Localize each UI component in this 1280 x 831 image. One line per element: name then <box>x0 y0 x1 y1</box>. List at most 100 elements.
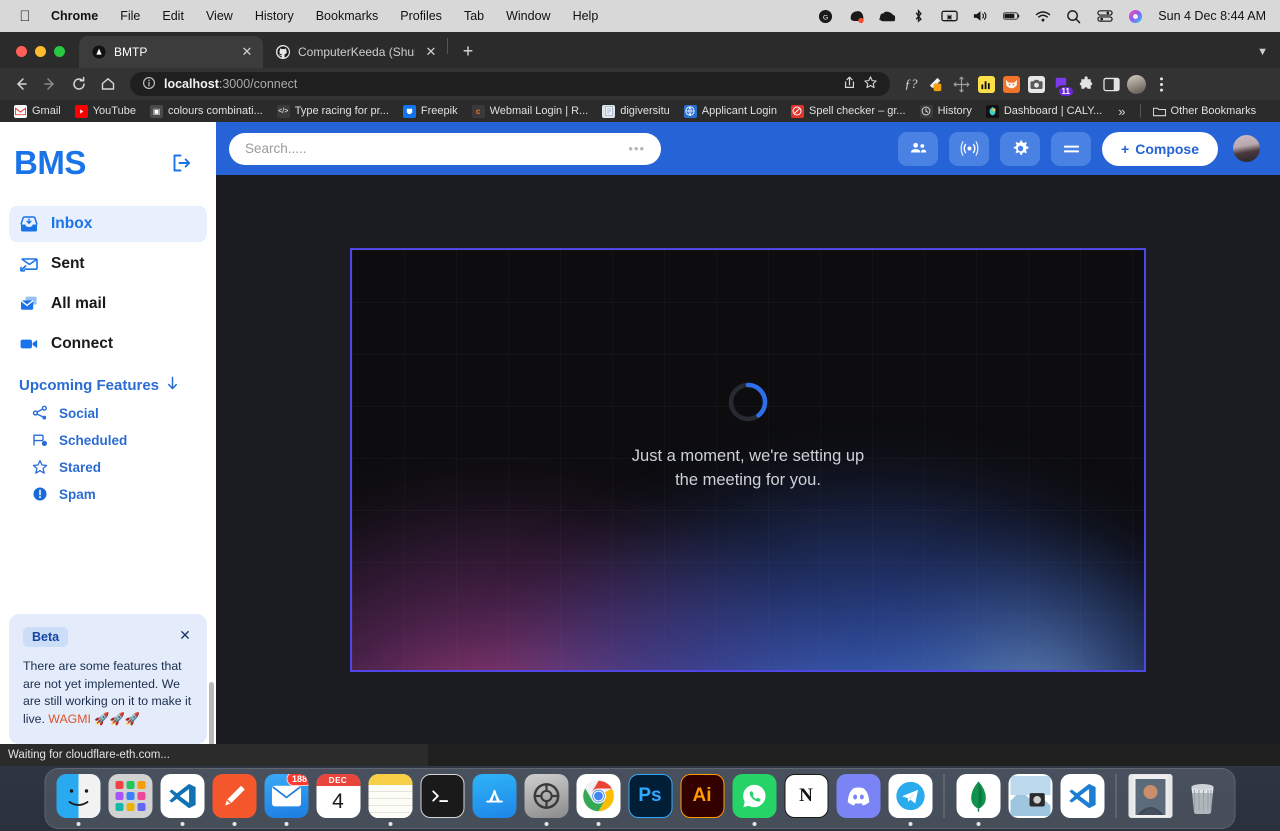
bookmark-history[interactable]: History <box>914 103 978 120</box>
cleanmymac-icon[interactable] <box>848 8 865 25</box>
share-icon[interactable] <box>842 75 857 93</box>
dock-item-photoshop[interactable]: Ps <box>628 774 673 826</box>
avatar[interactable] <box>1233 135 1260 162</box>
menu-view[interactable]: View <box>195 9 244 23</box>
three-dot-menu-icon[interactable] <box>1150 73 1172 95</box>
bookmarks-overflow-button[interactable]: » <box>1110 104 1133 119</box>
tab-computerkeeda[interactable]: ComputerKeeda (Shubham Sh ✕ <box>263 36 447 68</box>
dock-item-terminal[interactable] <box>420 774 465 826</box>
close-window-button[interactable] <box>16 46 27 57</box>
dock-item-notes[interactable] <box>368 774 413 826</box>
side-panel-icon[interactable] <box>1100 73 1122 95</box>
menu-bar-clock[interactable]: Sun 4 Dec 8:44 AM <box>1158 9 1266 23</box>
bookmark-digiversitu[interactable]: digiversitu <box>596 103 676 120</box>
home-icon[interactable] <box>95 71 121 97</box>
menu-help[interactable]: Help <box>562 9 610 23</box>
sidebar-item-social[interactable]: Social <box>32 405 207 421</box>
menu-window[interactable]: Window <box>495 9 561 23</box>
dock-item-vscode[interactable] <box>160 774 205 826</box>
menu-bookmarks[interactable]: Bookmarks <box>305 9 390 23</box>
dock-item-sketch-pen[interactable] <box>212 774 257 826</box>
control-center-icon[interactable] <box>1096 8 1113 25</box>
purple-badge-icon[interactable]: 11 <box>1050 73 1073 96</box>
sidebar-item-scheduled[interactable]: Scheduled <box>32 432 207 448</box>
reload-icon[interactable] <box>66 71 92 97</box>
battery-icon[interactable] <box>1003 8 1020 25</box>
dock-item-system-settings[interactable] <box>524 774 569 826</box>
wifi-icon[interactable] <box>1034 8 1051 25</box>
search-options-button[interactable]: ••• <box>628 141 645 156</box>
logout-icon[interactable] <box>170 151 194 175</box>
people-groups-button[interactable] <box>898 131 939 166</box>
chart-yellow-icon[interactable] <box>975 73 997 95</box>
star-icon[interactable] <box>863 75 878 93</box>
profile-avatar-icon[interactable] <box>1125 73 1147 95</box>
sidebar-item-connect[interactable]: Connect <box>9 326 207 362</box>
sidebar-item-spam[interactable]: Spam <box>32 486 207 502</box>
bookmark-gmail[interactable]: Gmail <box>8 103 67 120</box>
dock-item-notion[interactable]: N <box>784 774 829 826</box>
menu-profiles[interactable]: Profiles <box>389 9 453 23</box>
menu-tab[interactable]: Tab <box>453 9 495 23</box>
menu-chrome[interactable]: Chrome <box>40 9 109 23</box>
dock-item-mongodb[interactable] <box>956 774 1001 826</box>
app-logo[interactable]: BMS <box>14 144 86 182</box>
bookmark-typeracing[interactable]: </> Type racing for pr... <box>271 103 395 120</box>
tab-close-computerkeeda[interactable]: ✕ <box>423 44 439 60</box>
address-bar[interactable]: localhost:3000/connect <box>130 72 890 96</box>
dock-item-illustrator[interactable]: Ai <box>680 774 725 826</box>
dock-item-calendar[interactable]: DEC 4 <box>316 774 361 826</box>
bookmark-dashboard-calyptus[interactable]: Dashboard | CALY... <box>980 103 1108 120</box>
tab-bmtp[interactable]: BMTP ✕ <box>79 36 263 68</box>
minimize-window-button[interactable] <box>35 46 46 57</box>
dock-item-launchpad[interactable] <box>108 774 153 826</box>
puzzle-extensions-icon[interactable] <box>1075 73 1097 95</box>
grid-move-icon[interactable] <box>950 73 972 95</box>
settings-button[interactable] <box>1000 131 1041 166</box>
apple-logo-icon[interactable]:  <box>10 8 40 25</box>
forward-arrow-icon[interactable] <box>37 71 63 97</box>
dock-item-finder[interactable] <box>56 774 101 826</box>
dock-item-mail[interactable]: 188 <box>264 774 309 826</box>
fslash-question-icon[interactable]: ƒ? <box>900 73 922 95</box>
pencil-highlight-icon[interactable] <box>925 73 947 95</box>
bluetooth-icon[interactable] <box>910 8 927 25</box>
sidebar-item-inbox[interactable]: Inbox <box>9 206 207 242</box>
dock-item-discord[interactable] <box>836 774 881 826</box>
sidebar-item-all-mail[interactable]: All mail <box>9 286 207 322</box>
screen-recorder-icon[interactable]: ▣ <box>941 8 959 25</box>
dock-item-trash[interactable] <box>1180 774 1225 826</box>
back-arrow-icon[interactable] <box>8 71 34 97</box>
volume-icon[interactable] <box>972 8 989 25</box>
broadcast-button[interactable] <box>949 131 990 166</box>
bookmark-youtube[interactable]: YouTube <box>69 103 142 120</box>
siri-icon[interactable] <box>1127 8 1144 25</box>
upcoming-features-header[interactable]: Upcoming Features <box>0 376 216 395</box>
info-circle-icon[interactable] <box>142 76 156 93</box>
evernote-icon[interactable] <box>879 8 896 25</box>
menu-button[interactable] <box>1051 131 1092 166</box>
compose-button[interactable]: + Compose <box>1102 131 1218 166</box>
spotlight-search-icon[interactable] <box>1065 8 1082 25</box>
grammarly-icon[interactable]: G <box>817 8 834 25</box>
camera-icon[interactable] <box>1025 73 1047 95</box>
bookmark-freepik[interactable]: Freepik <box>397 103 464 120</box>
menu-edit[interactable]: Edit <box>151 9 195 23</box>
dock-item-vscode-insiders[interactable] <box>1060 774 1105 826</box>
maximize-window-button[interactable] <box>54 46 65 57</box>
fox-orange-icon[interactable] <box>1000 73 1022 95</box>
dock-item-photo-file[interactable] <box>1128 774 1173 826</box>
bookmark-webmail[interactable]: c Webmail Login | R... <box>466 103 595 120</box>
search-input[interactable]: Search..... ••• <box>229 132 661 165</box>
bookmark-spell-checker[interactable]: Spell checker – gr... <box>785 103 912 120</box>
bookmark-applicant-login[interactable]: Applicant Login <box>678 103 783 120</box>
bookmark-other-bookmarks[interactable]: Other Bookmarks <box>1147 103 1263 120</box>
menu-file[interactable]: File <box>109 9 151 23</box>
bookmark-colours[interactable]: ▣ colours combinati... <box>144 103 269 120</box>
tab-list-chevron-icon[interactable]: ▼ <box>1257 46 1280 68</box>
menu-history[interactable]: History <box>244 9 305 23</box>
tab-close-bmtp[interactable]: ✕ <box>239 44 255 60</box>
dock-item-whatsapp[interactable] <box>732 774 777 826</box>
sidebar-item-sent[interactable]: Sent <box>9 246 207 282</box>
new-tab-button[interactable]: + <box>454 37 482 65</box>
